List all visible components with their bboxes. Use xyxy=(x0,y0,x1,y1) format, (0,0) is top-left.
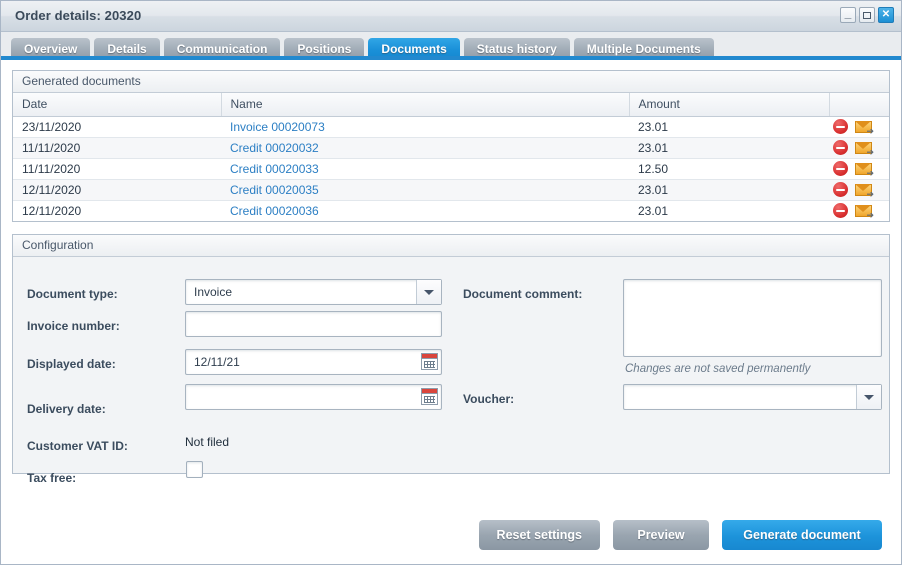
generated-documents-table: Date Name Amount 23/11/2020 Invoice 0002… xyxy=(13,93,889,221)
cell-name: Invoice 00020073 xyxy=(221,116,629,138)
document-link[interactable]: Invoice 00020073 xyxy=(230,120,325,134)
cell-actions: ➔ xyxy=(829,158,889,180)
table-row[interactable]: 23/11/2020 Invoice 00020073 23.01 ➔ xyxy=(13,116,889,138)
document-link[interactable]: Credit 00020036 xyxy=(230,204,319,218)
documents-tab-content: Generated documents Date Name Amount 23/… xyxy=(1,60,901,562)
cell-amount: 23.01 xyxy=(629,116,829,138)
cell-date: 12/11/2020 xyxy=(13,179,221,201)
generated-documents-panel: Generated documents Date Name Amount 23/… xyxy=(12,70,890,222)
tab-strip: Overview Details Communication Positions… xyxy=(1,32,901,60)
delete-icon[interactable] xyxy=(833,161,848,176)
document-comment-textarea[interactable] xyxy=(623,279,882,357)
label-displayed-date: Displayed date: xyxy=(27,357,116,371)
table-row[interactable]: 11/11/2020 Credit 00020033 12.50 ➔ xyxy=(13,158,889,180)
calendar-icon[interactable] xyxy=(421,388,438,405)
document-link[interactable]: Credit 00020035 xyxy=(230,183,319,197)
generate-document-button[interactable]: Generate document xyxy=(722,520,882,550)
column-header-actions xyxy=(829,93,889,117)
label-voucher: Voucher: xyxy=(463,392,515,406)
cell-actions: ➔ xyxy=(829,137,889,159)
document-link[interactable]: Credit 00020033 xyxy=(230,162,319,176)
delete-icon[interactable] xyxy=(833,140,848,155)
delete-icon[interactable] xyxy=(833,182,848,197)
column-header-date[interactable]: Date xyxy=(13,93,222,117)
invoice-number-input[interactable] xyxy=(185,311,442,337)
cell-amount: 23.01 xyxy=(629,200,829,221)
cell-amount: 23.01 xyxy=(629,179,829,201)
table-row[interactable]: 12/11/2020 Credit 00020035 23.01 ➔ xyxy=(13,179,889,201)
customer-vat-id-value: Not filed xyxy=(185,435,230,449)
column-header-name[interactable]: Name xyxy=(221,93,630,117)
delete-icon[interactable] xyxy=(833,119,848,134)
delete-icon[interactable] xyxy=(833,203,848,219)
cell-name: Credit 00020033 xyxy=(221,158,629,180)
chevron-down-icon xyxy=(856,385,881,409)
cell-actions: ➔ xyxy=(829,179,889,201)
cell-amount: 12.50 xyxy=(629,158,829,180)
reset-settings-button[interactable]: Reset settings xyxy=(478,520,600,550)
delivery-date-input[interactable] xyxy=(185,384,442,410)
document-type-value: Invoice xyxy=(194,285,233,299)
window-controls: _ ✕ xyxy=(840,7,894,23)
label-customer-vat-id: Customer VAT ID: xyxy=(27,439,128,453)
cell-actions: ➔ xyxy=(829,116,889,138)
order-details-window: Order details: 20320 _ ✕ Overview Detail… xyxy=(0,0,902,565)
preview-button[interactable]: Preview xyxy=(613,520,709,550)
configuration-panel: Configuration Document type: Invoice Inv… xyxy=(12,234,890,485)
generated-documents-title: Generated documents xyxy=(13,71,889,93)
maximize-button[interactable] xyxy=(859,7,875,23)
send-mail-icon[interactable]: ➔ xyxy=(855,162,874,177)
configuration-title: Configuration xyxy=(13,235,889,257)
cell-date: 23/11/2020 xyxy=(13,116,221,138)
action-bar: Reset settings Preview Generate document xyxy=(478,520,882,550)
label-delivery-date: Delivery date: xyxy=(27,402,106,416)
cell-name: Credit 00020036 xyxy=(221,200,629,221)
minimize-button[interactable]: _ xyxy=(840,7,856,23)
cell-actions: ➔ xyxy=(829,200,889,221)
cell-date: 12/11/2020 xyxy=(13,200,221,221)
document-type-select[interactable]: Invoice xyxy=(185,279,442,305)
table-row[interactable]: 11/11/2020 Credit 00020032 23.01 ➔ xyxy=(13,137,889,159)
table-row[interactable]: 12/11/2020 Credit 00020036 23.01 ➔ xyxy=(13,200,889,221)
tax-free-checkbox[interactable] xyxy=(186,461,203,478)
send-mail-icon[interactable]: ➔ xyxy=(855,204,874,219)
cell-date: 11/11/2020 xyxy=(13,158,221,180)
calendar-icon[interactable] xyxy=(421,353,438,370)
cell-name: Credit 00020035 xyxy=(221,179,629,201)
window-title: Order details: 20320 xyxy=(15,8,142,23)
column-header-amount[interactable]: Amount xyxy=(629,93,830,117)
cell-amount: 23.01 xyxy=(629,137,829,159)
comment-hint-text: Changes are not saved permanently xyxy=(625,363,811,375)
table-header-row: Date Name Amount xyxy=(13,93,889,117)
send-mail-icon[interactable]: ➔ xyxy=(855,183,874,198)
label-invoice-number: Invoice number: xyxy=(27,319,120,333)
send-mail-icon[interactable]: ➔ xyxy=(855,120,874,135)
send-mail-icon[interactable]: ➔ xyxy=(855,141,874,156)
chevron-down-icon xyxy=(416,280,441,304)
label-document-type: Document type: xyxy=(27,287,118,301)
label-tax-free: Tax free: xyxy=(27,471,77,485)
document-link[interactable]: Credit 00020032 xyxy=(230,141,319,155)
displayed-date-input[interactable] xyxy=(185,349,442,375)
configuration-form: Document type: Invoice Invoice number: D… xyxy=(13,257,889,485)
window-titlebar: Order details: 20320 _ ✕ xyxy=(1,1,901,32)
cell-date: 11/11/2020 xyxy=(13,137,221,159)
cell-name: Credit 00020032 xyxy=(221,137,629,159)
voucher-select[interactable] xyxy=(623,384,882,410)
label-document-comment: Document comment: xyxy=(463,287,583,301)
close-button[interactable]: ✕ xyxy=(878,7,894,23)
